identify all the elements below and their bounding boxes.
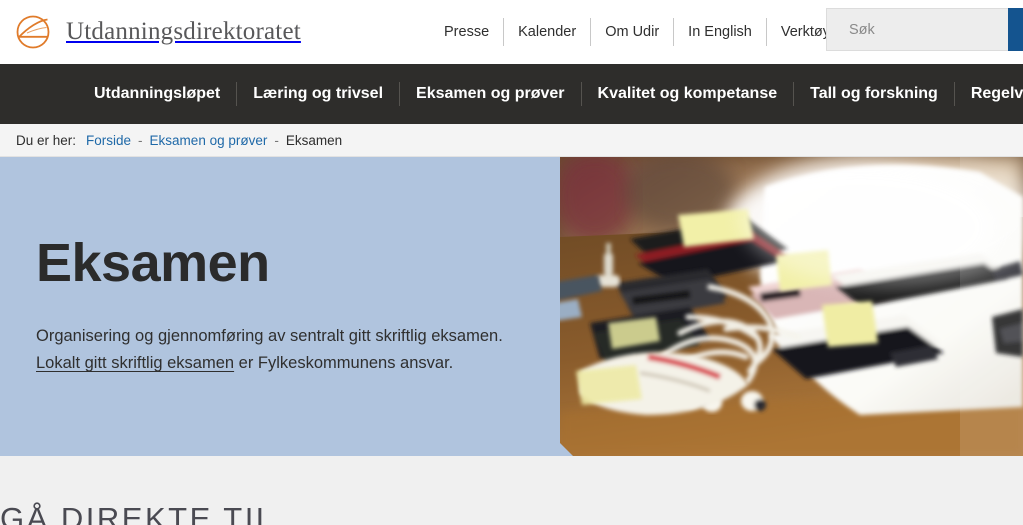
hero-image — [560, 157, 1023, 456]
breadcrumb-label: Du er her: — [16, 132, 77, 148]
breadcrumb-separator: - — [138, 132, 143, 148]
hero-arrow-notch — [560, 443, 582, 456]
hero-inline-link[interactable]: Lokalt gitt skriftlig eksamen — [36, 354, 234, 372]
hero-description: Organisering og gjennomføring av sentral… — [36, 323, 506, 376]
hero-description-line2-rest: er Fylkeskommunens ansvar. — [234, 354, 454, 372]
brand-home-link[interactable]: Utdanningsdirektoratet — [12, 11, 301, 53]
site-search — [826, 8, 1023, 51]
direct-links-section: GÅ DIREKTE TIL — [0, 456, 1023, 525]
utility-link-kalender[interactable]: Kalender — [503, 18, 590, 46]
nav-item-utdanningslopet[interactable]: Utdanningsløpet — [78, 82, 236, 106]
breadcrumb-item-forside[interactable]: Forside — [86, 133, 131, 148]
section-title: GÅ DIREKTE TIL — [0, 501, 276, 525]
hero-banner: Eksamen Organisering og gjennomføring av… — [0, 157, 1023, 456]
nav-item-kvalitet-og-kompetanse[interactable]: Kvalitet og kompetanse — [580, 82, 794, 106]
nav-item-eksamen-og-prover[interactable]: Eksamen og prøver — [399, 82, 581, 106]
breadcrumb-item-current: Eksamen — [285, 132, 343, 148]
utility-link-in-english[interactable]: In English — [673, 18, 766, 46]
page-title: Eksamen — [36, 233, 270, 294]
breadcrumb-item-eksamen-og-prover[interactable]: Eksamen og prøver — [150, 133, 268, 148]
brand-name: Utdanningsdirektoratet — [66, 18, 301, 45]
hero-description-line1: Organisering og gjennomføring av sentral… — [36, 327, 503, 346]
breadcrumb: Du er her: Forside - Eksamen og prøver -… — [0, 124, 1023, 157]
utility-link-om-udir[interactable]: Om Udir — [590, 18, 673, 46]
utility-link-presse[interactable]: Presse — [430, 18, 503, 46]
site-header: Utdanningsdirektoratet Presse Kalender O… — [0, 0, 1023, 64]
nav-item-laering-og-trivsel[interactable]: Læring og trivsel — [236, 82, 399, 106]
hero-text-panel: Eksamen Organisering og gjennomføring av… — [0, 157, 582, 456]
nav-item-regelverk-og-tilsyn[interactable]: Regelverk og tilsyn — [953, 82, 1023, 106]
search-input[interactable] — [849, 21, 1008, 38]
search-input-wrapper[interactable] — [826, 8, 1008, 51]
udir-circle-swoosh-logo-icon — [12, 11, 54, 53]
search-submit-button[interactable] — [1008, 8, 1023, 51]
nav-item-tall-og-forskning[interactable]: Tall og forskning — [793, 82, 954, 106]
utility-nav: Presse Kalender Om Udir In English Verkt… — [430, 18, 844, 46]
main-navigation: Utdanningsløpet Læring og trivsel Eksame… — [0, 64, 1023, 124]
breadcrumb-separator: - — [274, 132, 279, 148]
